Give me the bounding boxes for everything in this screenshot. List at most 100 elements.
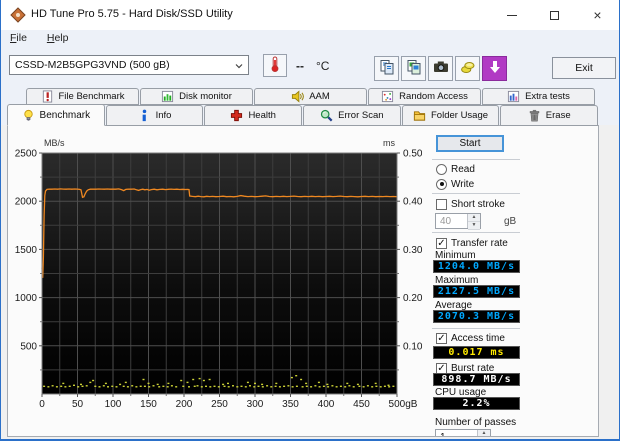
tab-extra-tests[interactable]: Extra tests bbox=[482, 88, 595, 105]
checkbox-icon: ✓ bbox=[436, 332, 447, 344]
titlebar: HD Tune Pro 5.75 - Hard Disk/SSD Utility… bbox=[1, 0, 619, 30]
tab-disk-monitor[interactable]: Disk monitor bbox=[140, 88, 253, 105]
tab-label: Erase bbox=[545, 110, 571, 121]
tab-file-benchmark[interactable]: File Benchmark bbox=[26, 88, 139, 105]
menu-help[interactable]: Help bbox=[38, 30, 77, 46]
tab-label: Folder Usage bbox=[431, 110, 489, 121]
stepper-arrows[interactable]: ▲▼ bbox=[467, 214, 480, 230]
window-title: HD Tune Pro 5.75 - Hard Disk/SSD Utility bbox=[31, 8, 233, 20]
temperature-button[interactable] bbox=[263, 54, 287, 77]
save-button[interactable] bbox=[455, 56, 480, 81]
exit-button[interactable]: Exit bbox=[552, 57, 616, 79]
svg-text:150: 150 bbox=[140, 399, 157, 410]
separator bbox=[432, 193, 520, 194]
short-stroke-size-stepper[interactable]: 40 ▲ ▼ bbox=[435, 213, 481, 230]
transfer-rate-checkbox[interactable]: ✓ Transfer rate bbox=[436, 237, 508, 249]
temperature-unit: °C bbox=[316, 59, 330, 73]
camera-icon bbox=[433, 59, 449, 78]
tab-label: Error Scan bbox=[338, 110, 384, 121]
maximize-icon bbox=[550, 10, 559, 20]
tab-benchmark[interactable]: Benchmark bbox=[7, 104, 105, 126]
tab-random-access[interactable]: Random Access bbox=[368, 88, 481, 105]
tab-info[interactable]: Info bbox=[105, 105, 204, 126]
aam-icon bbox=[291, 90, 305, 103]
svg-text:100: 100 bbox=[105, 399, 122, 410]
write-radio[interactable]: Write bbox=[436, 178, 474, 190]
svg-text:500: 500 bbox=[20, 341, 37, 352]
svg-text:2000: 2000 bbox=[15, 197, 38, 208]
info-icon bbox=[138, 109, 151, 122]
svg-text:0.10: 0.10 bbox=[403, 341, 423, 352]
down-arrow-icon[interactable]: ▼ bbox=[468, 222, 480, 230]
menu-file[interactable]: File bbox=[1, 30, 35, 46]
close-button[interactable]: × bbox=[576, 0, 619, 30]
burst-rate-label: Burst rate bbox=[451, 362, 495, 374]
start-button[interactable]: Start bbox=[436, 135, 504, 152]
download-button[interactable] bbox=[482, 56, 507, 81]
tab-label: File Benchmark bbox=[58, 91, 125, 102]
window-controls: × bbox=[490, 0, 619, 30]
tab-erase[interactable]: Erase bbox=[500, 105, 599, 126]
minimize-button[interactable] bbox=[490, 0, 533, 30]
access-time-checkbox[interactable]: ✓ Access time bbox=[436, 332, 505, 344]
tab-row-primary: Benchmark Info Health Error Scan Folder Usag… bbox=[7, 104, 599, 126]
up-arrow-icon[interactable]: ▲ bbox=[478, 430, 490, 436]
random-access-icon bbox=[381, 90, 394, 103]
radio-icon bbox=[436, 163, 447, 175]
tab-row-secondary: File Benchmark Disk monitor AAM Random Acce… bbox=[26, 88, 596, 105]
svg-text:2500: 2500 bbox=[15, 149, 38, 160]
access-time-value: 0.017 ms bbox=[433, 346, 520, 359]
up-arrow-icon[interactable]: ▲ bbox=[468, 214, 480, 222]
close-icon: × bbox=[593, 7, 602, 23]
tab-label: Health bbox=[248, 110, 276, 121]
checkbox-icon: ✓ bbox=[436, 362, 447, 374]
drive-select[interactable]: CSSD-M2B5GPG3VND (500 gB) bbox=[9, 55, 249, 75]
maximize-button[interactable] bbox=[533, 0, 576, 30]
minimize-icon bbox=[506, 14, 517, 16]
extra-tests-icon bbox=[507, 90, 520, 103]
maximum-value: 2127.5 MB/s bbox=[433, 285, 520, 298]
save-icon bbox=[460, 59, 476, 78]
folder-usage-icon bbox=[413, 109, 426, 122]
tab-error-scan[interactable]: Error Scan bbox=[303, 105, 401, 126]
download-icon bbox=[487, 59, 503, 78]
health-icon bbox=[230, 109, 243, 122]
passes-value: 1 bbox=[436, 430, 477, 436]
checkbox-icon: ✓ bbox=[436, 237, 447, 249]
tab-label: AAM bbox=[309, 91, 330, 102]
file-benchmark-icon bbox=[41, 90, 54, 103]
passes-stepper[interactable]: 1 ▲▼ bbox=[435, 429, 491, 436]
svg-text:200: 200 bbox=[176, 399, 193, 410]
write-label: Write bbox=[451, 178, 475, 190]
read-radio[interactable]: Read bbox=[436, 163, 475, 175]
error-scan-icon bbox=[320, 109, 333, 122]
tab-folder-usage[interactable]: Folder Usage bbox=[401, 105, 500, 126]
burst-rate-value: 898.7 MB/s bbox=[433, 373, 520, 386]
short-stroke-label: Short stroke bbox=[451, 198, 505, 210]
chevron-down-icon bbox=[234, 61, 244, 71]
passes-label: Number of passes bbox=[435, 417, 517, 428]
svg-text:ms: ms bbox=[383, 138, 395, 148]
stepper-arrows[interactable]: ▲▼ bbox=[477, 430, 490, 436]
transfer-rate-label: Transfer rate bbox=[451, 237, 508, 249]
separator bbox=[432, 232, 520, 233]
svg-text:450: 450 bbox=[353, 399, 370, 410]
cpu-usage-value: 2.2% bbox=[433, 397, 520, 410]
menubar: File Help bbox=[1, 30, 619, 48]
svg-text:50: 50 bbox=[72, 399, 84, 410]
short-stroke-checkbox[interactable]: Short stroke bbox=[436, 198, 505, 210]
benchmark-icon bbox=[22, 109, 35, 122]
separator bbox=[432, 159, 520, 160]
svg-text:0.20: 0.20 bbox=[403, 293, 423, 304]
thermometer-icon bbox=[267, 56, 283, 75]
screenshot-button[interactable] bbox=[428, 56, 453, 81]
tab-label: Disk monitor bbox=[179, 91, 232, 102]
svg-text:0.30: 0.30 bbox=[403, 245, 423, 256]
minimum-value: 1204.0 MB/s bbox=[433, 260, 520, 273]
tab-aam[interactable]: AAM bbox=[254, 88, 367, 105]
copy-image-button[interactable] bbox=[401, 56, 426, 81]
copy-text-button[interactable] bbox=[374, 56, 399, 81]
short-stroke-unit: gB bbox=[504, 216, 517, 227]
tab-health[interactable]: Health bbox=[204, 105, 303, 126]
benchmark-chart: MB/s ms50010001500200025000.100.200.300.4… bbox=[15, 138, 423, 410]
